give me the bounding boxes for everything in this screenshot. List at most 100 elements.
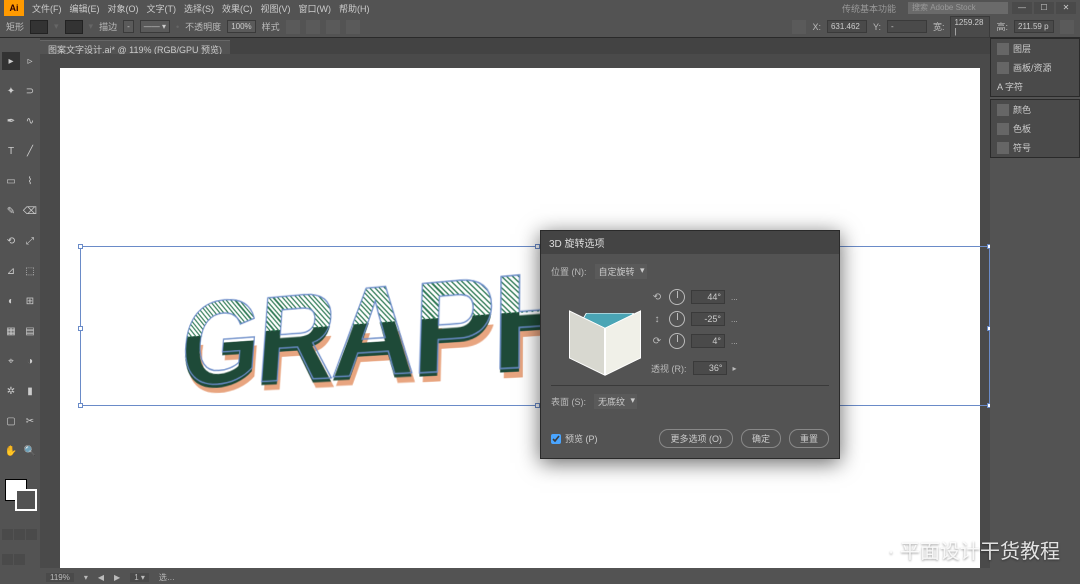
menu-window[interactable]: 窗口(W): [299, 2, 332, 15]
panel-artboards[interactable]: 画板/资源: [991, 58, 1079, 77]
opacity-label: 不透明度: [185, 20, 221, 33]
rectangle-tool[interactable]: ▭: [2, 172, 20, 190]
workspace-label[interactable]: 传统基本功能: [842, 2, 896, 15]
minimize-button[interactable]: —: [1012, 2, 1032, 14]
swatches-icon: [997, 123, 1009, 135]
align-icon-2[interactable]: [326, 20, 340, 34]
panel-character[interactable]: A 字符: [991, 77, 1079, 96]
shape-mode-icon[interactable]: [346, 20, 360, 34]
color-mode-gradient[interactable]: [14, 529, 25, 540]
menu-edit[interactable]: 编辑(E): [70, 2, 100, 15]
maximize-button[interactable]: ☐: [1034, 2, 1054, 14]
curvature-tool[interactable]: ∿: [21, 112, 39, 130]
menu-effect[interactable]: 效果(C): [222, 2, 253, 15]
fill-swatch[interactable]: [30, 20, 48, 34]
canvas[interactable]: GRAPHIC GRAPHIC GRAPHIC GRAPHIC: [40, 54, 990, 568]
menu-select[interactable]: 选择(S): [184, 2, 214, 15]
active-tab[interactable]: 图案文字设计.ai* @ 119% (RGB/GPU 预览): [40, 40, 230, 54]
y-angle-dial[interactable]: [669, 311, 685, 327]
selection-tool[interactable]: ▸: [2, 52, 20, 70]
width-tool[interactable]: ⊿: [2, 262, 20, 280]
style-label: 样式: [262, 20, 280, 33]
3d-rotate-dialog[interactable]: 3D 旋转选项 位置 (N): 自定旋转 ⟲ 44° ... ↕: [540, 230, 840, 459]
menu-type[interactable]: 文字(T): [147, 2, 177, 15]
scale-tool[interactable]: ⤢: [21, 232, 39, 250]
transform-icon[interactable]: [792, 20, 806, 34]
resize-handle-nw[interactable]: [78, 244, 83, 249]
color-mode-normal[interactable]: [2, 529, 13, 540]
symbol-sprayer-tool[interactable]: ✲: [2, 383, 20, 401]
direct-selection-tool[interactable]: ▹: [21, 52, 39, 70]
pref-icon[interactable]: [1060, 20, 1074, 34]
shape-builder-tool[interactable]: ◐: [2, 292, 20, 310]
close-button[interactable]: ✕: [1056, 2, 1076, 14]
ok-button[interactable]: 确定: [741, 429, 781, 448]
transform-w[interactable]: 1259.28 |: [950, 16, 990, 38]
x-angle-dial[interactable]: [669, 289, 685, 305]
panel-layers[interactable]: 图层: [991, 39, 1079, 58]
menu-file[interactable]: 文件(F): [32, 2, 62, 15]
x-angle-input[interactable]: 44°: [691, 290, 725, 304]
position-select[interactable]: 自定旋转: [595, 264, 647, 279]
magic-wand-tool[interactable]: ✦: [2, 82, 20, 100]
perspective-grid-tool[interactable]: ⊞: [21, 292, 39, 310]
slice-tool[interactable]: ✂: [21, 413, 39, 431]
resize-handle-w[interactable]: [78, 326, 83, 331]
z-angle-dial[interactable]: [669, 333, 685, 349]
color-mode-row: [2, 529, 39, 551]
stroke-indicator[interactable]: [15, 489, 37, 511]
lasso-tool[interactable]: ⊃: [21, 82, 39, 100]
reset-button[interactable]: 重置: [789, 429, 829, 448]
transform-x[interactable]: 631.462: [827, 20, 867, 33]
hand-tool[interactable]: ✋: [2, 443, 20, 461]
pen-tool[interactable]: ✒: [2, 112, 20, 130]
transform-y[interactable]: -: [887, 20, 927, 33]
eraser-tool[interactable]: ⌫: [21, 202, 39, 220]
menu-view[interactable]: 视图(V): [261, 2, 291, 15]
panel-symbols[interactable]: 符号: [991, 138, 1079, 157]
color-mode-none[interactable]: [26, 529, 37, 540]
transform-h[interactable]: 211.59 p: [1014, 20, 1054, 33]
align-icon[interactable]: [306, 20, 320, 34]
artboard: GRAPHIC GRAPHIC GRAPHIC GRAPHIC: [60, 68, 980, 568]
style-swatch[interactable]: [286, 20, 300, 34]
perspective-label: 透视 (R):: [651, 362, 687, 375]
column-graph-tool[interactable]: ▮: [21, 383, 39, 401]
gradient-tool[interactable]: ▤: [21, 323, 39, 341]
menu-bar: Ai 文件(F) 编辑(E) 对象(O) 文字(T) 选择(S) 效果(C) 视…: [0, 0, 1080, 16]
mesh-tool[interactable]: ▦: [2, 323, 20, 341]
y-angle-input[interactable]: -25°: [691, 312, 725, 326]
more-options-button[interactable]: 更多选项 (O): [659, 429, 733, 448]
resize-handle-sw[interactable]: [78, 403, 83, 408]
artboard-nav[interactable]: 1 ▾: [130, 573, 149, 582]
menu-object[interactable]: 对象(O): [108, 2, 139, 15]
stock-search[interactable]: 搜索 Adobe Stock: [908, 2, 1008, 14]
draw-mode[interactable]: [2, 554, 13, 565]
opacity-value[interactable]: 100%: [227, 20, 255, 33]
stroke-profile[interactable]: —— ▾: [140, 20, 170, 33]
zoom-tool[interactable]: 🔍: [21, 443, 39, 461]
screen-mode[interactable]: [14, 554, 25, 565]
eyedropper-tool[interactable]: ⌖: [2, 353, 20, 371]
menu-help[interactable]: 帮助(H): [339, 2, 370, 15]
type-tool[interactable]: T: [2, 142, 20, 160]
free-transform-tool[interactable]: ⬚: [21, 262, 39, 280]
fill-stroke-indicator[interactable]: [2, 479, 39, 515]
panel-swatches[interactable]: 色板: [991, 119, 1079, 138]
preview-checkbox[interactable]: 预览 (P): [551, 432, 598, 445]
cube-preview[interactable]: [563, 293, 643, 373]
panel-color[interactable]: 颜色: [991, 100, 1079, 119]
z-angle-input[interactable]: 4°: [691, 334, 725, 348]
stroke-swatch[interactable]: [65, 20, 83, 34]
rotate-tool[interactable]: ⟲: [2, 232, 20, 250]
perspective-input[interactable]: 36°: [693, 361, 727, 375]
stroke-weight[interactable]: -: [123, 20, 134, 33]
zoom-level[interactable]: 119%: [46, 573, 74, 582]
shaper-tool[interactable]: ✎: [2, 202, 20, 220]
surface-select[interactable]: 无底纹: [594, 394, 637, 409]
paintbrush-tool[interactable]: ⌇: [21, 172, 39, 190]
blend-tool[interactable]: ◑: [21, 353, 39, 371]
artboard-tool[interactable]: ▢: [2, 413, 20, 431]
line-tool[interactable]: ╱: [21, 142, 39, 160]
symbols-icon: [997, 142, 1009, 154]
